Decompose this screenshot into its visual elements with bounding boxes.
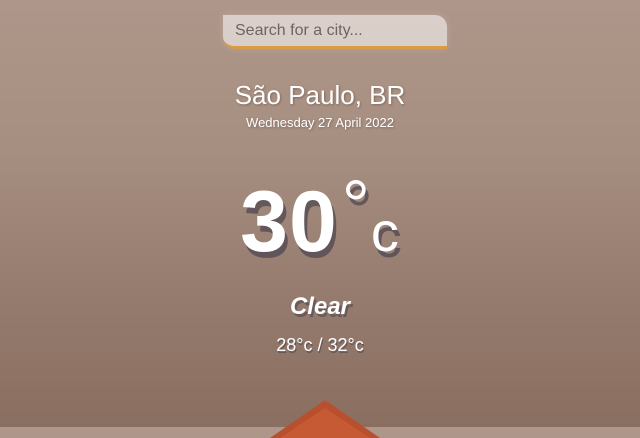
temperature-unit: c — [370, 200, 400, 263]
temperature-display: 30°c — [240, 170, 400, 265]
city-name: São Paulo, BR — [234, 80, 406, 110]
weather-condition: Clear — [289, 293, 351, 320]
degree-symbol: ° — [341, 166, 371, 244]
background-roof-image — [270, 400, 380, 438]
temperature-value: 30 — [240, 174, 338, 270]
search-input[interactable] — [223, 15, 447, 49]
current-weather: 30°c — [0, 170, 640, 265]
temperature-range: 28°c / 32°c — [276, 335, 364, 355]
current-date: Wednesday 27 April 2022 — [246, 115, 394, 130]
location-section: São Paulo, BR Wednesday 27 April 2022 — [0, 80, 640, 130]
